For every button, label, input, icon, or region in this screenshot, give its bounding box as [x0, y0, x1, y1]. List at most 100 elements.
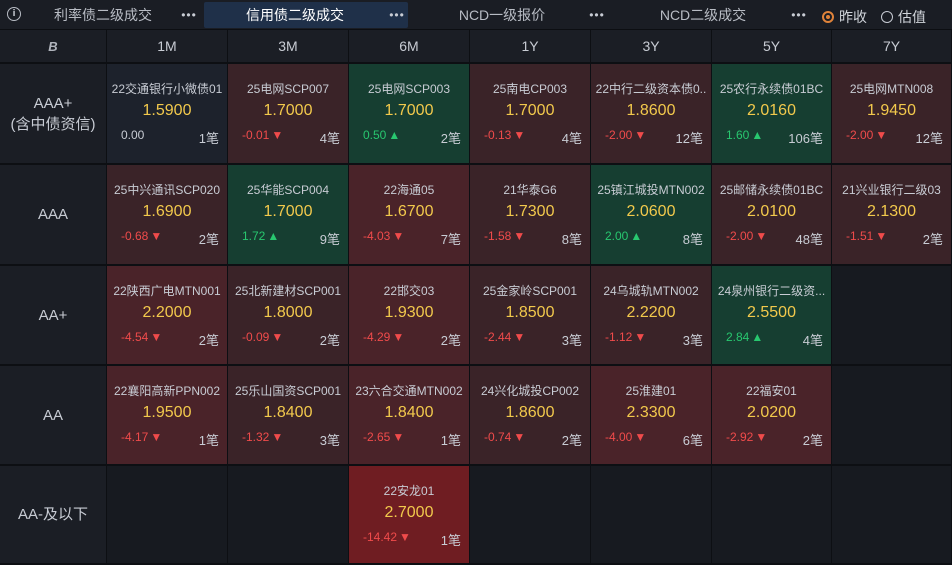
bond-cell[interactable]: 25电网SCP007 1.7000 -0.01 ▼ 4笔: [228, 64, 349, 165]
tab-ncd-secondary-trade[interactable]: NCD二级成交 •••: [618, 0, 810, 30]
change-number: -1.51: [846, 229, 874, 243]
bond-cell[interactable]: 22安龙01 2.7000 -14.42 ▼ 1笔: [349, 466, 470, 565]
bond-cell[interactable]: 25北新建材SCP001 1.8000 -0.09 ▼ 2笔: [228, 266, 349, 366]
bond-name: 21华泰G6: [503, 183, 557, 197]
bond-cell[interactable]: 22交通银行小微债01 1.5900 0.00 1笔: [107, 64, 228, 165]
change-value: -2.92 ▼: [726, 430, 767, 444]
bond-cell[interactable]: 25农行永续债01BC 2.0160 1.60 ▲ 106笔: [712, 64, 832, 165]
column-header-5y[interactable]: 5Y: [712, 30, 832, 64]
yield-value: 1.7000: [505, 102, 555, 119]
tab-rate-bonds-secondary[interactable]: 利率债二级成交 •••: [28, 0, 200, 30]
arrow-down-icon: ▼: [755, 229, 768, 243]
top-tab-bar: i 利率债二级成交 ••• 信用债二级成交 ••• NCD一级报价 ••• NC…: [0, 0, 952, 30]
radio-label: 估值: [898, 9, 926, 25]
row-label-line: AAA: [37, 206, 68, 223]
change-number: -1.32: [242, 430, 270, 444]
bond-cell[interactable]: 22海通05 1.6700 -4.03 ▼ 7笔: [349, 165, 470, 266]
bond-cell[interactable]: 25南电CP003 1.7000 -0.13 ▼ 4笔: [470, 64, 591, 165]
arrow-down-icon: ▼: [399, 530, 411, 544]
change-number: -0.09: [242, 330, 270, 344]
trade-count: 6笔: [682, 433, 703, 448]
column-header-3m[interactable]: 3M: [228, 30, 349, 64]
radio-unselected-icon: [881, 11, 893, 23]
column-header-6m[interactable]: 6M: [349, 30, 470, 64]
bond-cell[interactable]: 22中行二级资本债0.. 1.8600 -2.00 ▼ 12笔: [591, 64, 712, 165]
bond-cell[interactable]: 21兴业银行二级03 2.1300 -1.51 ▼ 2笔: [832, 165, 952, 266]
arrow-up-icon: ▲: [751, 330, 764, 344]
change-number: -2.00: [605, 128, 633, 142]
trade-count: 48笔: [795, 232, 823, 247]
column-header-7y[interactable]: 7Y: [832, 30, 952, 64]
empty-cell: [832, 266, 952, 366]
change-value: -2.44 ▼: [484, 330, 525, 344]
yield-value: 1.8500: [505, 304, 555, 321]
bond-name: 25淮建01: [625, 384, 677, 398]
yield-value: 2.7000: [384, 504, 434, 521]
tab-credit-bonds-secondary[interactable]: 信用债二级成交 •••: [204, 2, 408, 28]
bond-cell[interactable]: 25镇江城投MTN002 2.0600 2.00 ▲ 8笔: [591, 165, 712, 266]
more-icon[interactable]: •••: [586, 8, 608, 22]
trade-count: 3笔: [319, 433, 340, 448]
bond-cell[interactable]: 25电网MTN008 1.9450 -2.00 ▼ 12笔: [832, 64, 952, 165]
empty-cell: [470, 466, 591, 565]
change-value: -0.74 ▼: [484, 430, 525, 444]
bond-cell[interactable]: 24乌城轨MTN002 2.2200 -1.12 ▼ 3笔: [591, 266, 712, 366]
bond-cell[interactable]: 25邮储永续债01BC 2.0100 -2.00 ▼ 48笔: [712, 165, 832, 266]
bond-cell[interactable]: 25金家岭SCP001 1.8500 -2.44 ▼ 3笔: [470, 266, 591, 366]
column-header-1m[interactable]: 1M: [107, 30, 228, 64]
bond-cell[interactable]: 24兴化城投CP002 1.8600 -0.74 ▼ 2笔: [470, 366, 591, 466]
bond-name: 24泉州银行二级资...: [717, 284, 826, 298]
bond-cell[interactable]: 22襄阳高新PPN002 1.9500 -4.17 ▼ 1笔: [107, 366, 228, 466]
row-label: AA: [0, 366, 107, 466]
change-value: -4.17 ▼: [121, 430, 162, 444]
bond-cell[interactable]: 25中兴通讯SCP020 1.6900 -0.68 ▼ 2笔: [107, 165, 228, 266]
bond-name: 25金家岭SCP001: [482, 284, 578, 298]
bond-cell[interactable]: 22陕西广电MTN001 2.2000 -4.54 ▼ 2笔: [107, 266, 228, 366]
bond-name: 25邮储永续债01BC: [719, 183, 824, 197]
credit-bond-trade-matrix: B 1M 3M 6M 1Y 3Y 5Y 7Y AAA+ (含中债资信) 22交通银行小微债01 1.5…: [0, 30, 952, 565]
change-value: -1.32 ▼: [242, 430, 283, 444]
arrow-up-icon: ▲: [388, 128, 401, 142]
tab-ncd-primary-quote[interactable]: NCD一级报价 •••: [418, 0, 608, 30]
arrow-up-icon: ▲: [751, 128, 764, 142]
yield-value: 2.0100: [747, 203, 796, 220]
bond-name: 25华能SCP004: [246, 183, 330, 197]
yield-value: 1.7300: [505, 203, 555, 220]
yield-value: 2.3300: [626, 404, 676, 421]
trade-count: 2笔: [440, 131, 461, 146]
column-header-3y[interactable]: 3Y: [591, 30, 712, 64]
yield-value: 2.0200: [747, 404, 796, 421]
change-value: 1.72 ▲: [242, 229, 279, 243]
bond-cell[interactable]: 23六合交通MTN002 1.8400 -2.65 ▼ 1笔: [349, 366, 470, 466]
more-icon[interactable]: •••: [178, 8, 200, 22]
radio-prev-close[interactable]: 昨收: [822, 7, 867, 27]
column-header-1y[interactable]: 1Y: [470, 30, 591, 64]
radio-selected-icon: [822, 11, 834, 23]
info-icon[interactable]: i: [7, 7, 21, 21]
bond-cell[interactable]: 25乐山国资SCP001 1.8400 -1.32 ▼ 3笔: [228, 366, 349, 466]
arrow-down-icon: ▼: [634, 128, 647, 142]
bond-cell[interactable]: 25淮建01 2.3300 -4.00 ▼ 6笔: [591, 366, 712, 466]
change-value: 0.00: [121, 128, 144, 142]
bond-cell[interactable]: 24泉州银行二级资... 2.5500 2.84 ▲ 4笔: [712, 266, 832, 366]
radio-valuation[interactable]: 估值: [881, 7, 926, 27]
trade-count: 3笔: [561, 333, 582, 348]
more-icon[interactable]: •••: [788, 8, 810, 22]
change-value: -0.09 ▼: [242, 330, 283, 344]
change-value: -0.01 ▼: [242, 128, 283, 142]
bond-cell[interactable]: 22邯交03 1.9300 -4.29 ▼ 2笔: [349, 266, 470, 366]
change-number: -14.42: [363, 530, 398, 544]
bond-cell[interactable]: 25华能SCP004 1.7000 1.72 ▲ 9笔: [228, 165, 349, 266]
row-label-line: AAA+: [33, 94, 73, 112]
empty-cell: [712, 466, 832, 565]
yield-value: 2.0160: [747, 102, 796, 119]
change-value: 1.60 ▲: [726, 128, 763, 142]
change-value: -4.00 ▼: [605, 430, 646, 444]
bond-cell[interactable]: 21华泰G6 1.7300 -1.58 ▼ 8笔: [470, 165, 591, 266]
bond-cell[interactable]: 22福安01 2.0200 -2.92 ▼ 2笔: [712, 366, 832, 466]
bond-cell[interactable]: 25电网SCP003 1.7000 0.50 ▲ 2笔: [349, 64, 470, 165]
more-icon[interactable]: •••: [386, 8, 408, 22]
change-number: -1.12: [605, 330, 633, 344]
bond-name: 22海通05: [383, 183, 435, 197]
tab-label: NCD一级报价: [458, 7, 546, 23]
